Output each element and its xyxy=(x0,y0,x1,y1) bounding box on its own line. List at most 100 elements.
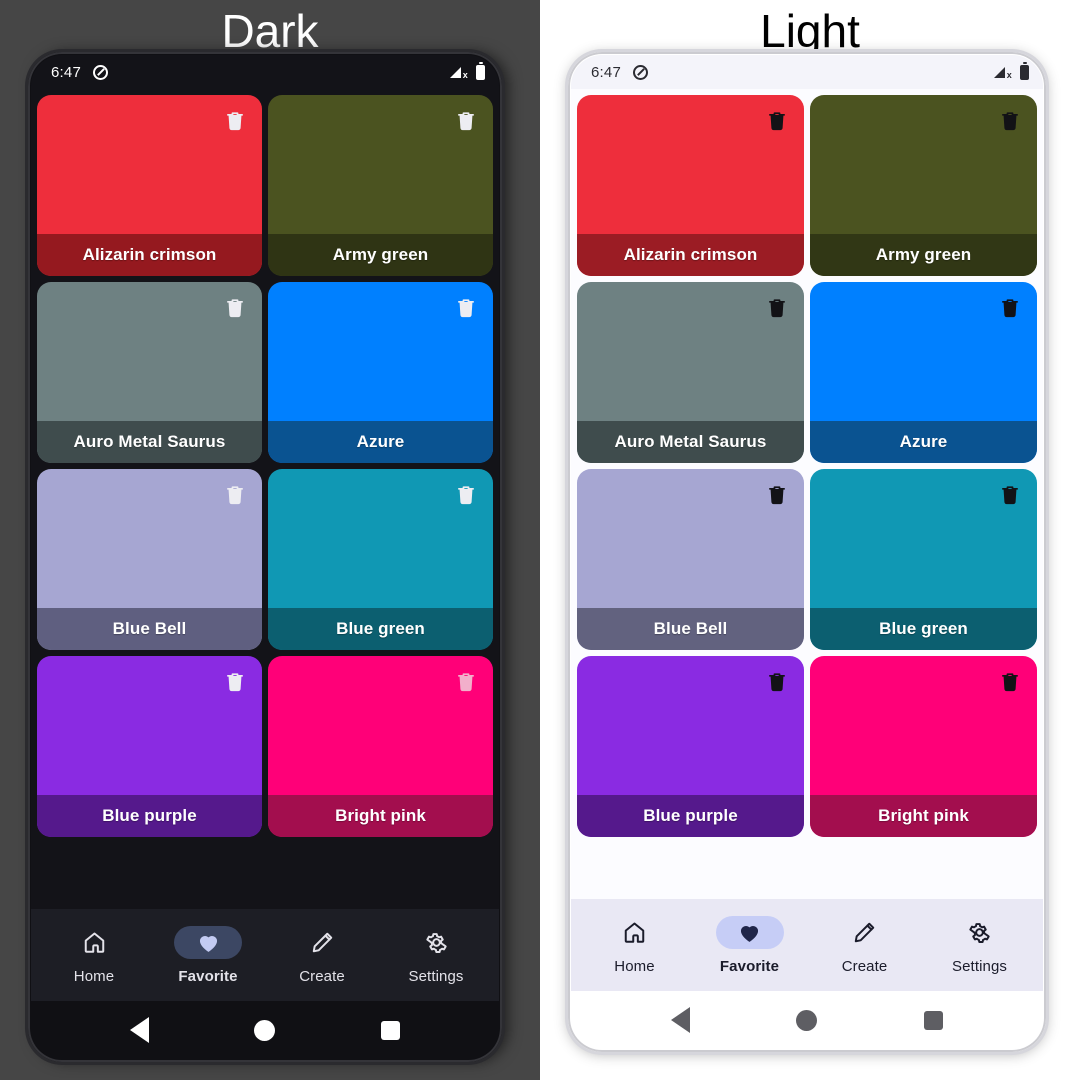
trash-icon[interactable] xyxy=(766,483,788,507)
color-card[interactable]: Blue green xyxy=(810,469,1037,650)
system-nav-recents-button[interactable] xyxy=(366,1014,414,1046)
trash-icon[interactable] xyxy=(766,109,788,133)
color-card-label: Blue purple xyxy=(577,795,804,837)
heart-icon[interactable] xyxy=(715,915,784,949)
nav-item-home[interactable]: Home xyxy=(581,916,689,975)
phone-screen-dark: 6:47 x Alizarin crimson Army green Auro Meta… xyxy=(31,55,499,1059)
trash-icon[interactable] xyxy=(766,296,788,320)
pencil-icon[interactable] xyxy=(831,916,899,949)
bottom-navigation-bar: Home Favorite Create Settings xyxy=(571,899,1043,991)
color-card[interactable]: Blue purple xyxy=(37,656,262,837)
heart-icon[interactable] xyxy=(174,925,242,959)
color-card[interactable]: Blue purple xyxy=(577,656,804,837)
color-card-label: Alizarin crimson xyxy=(577,234,804,276)
home-icon[interactable] xyxy=(601,916,669,949)
trash-icon[interactable] xyxy=(455,296,477,320)
color-card-grid: Alizarin crimson Army green Auro Metal Sau… xyxy=(31,89,499,843)
color-card-label: Alizarin crimson xyxy=(37,234,262,276)
back-triangle-icon xyxy=(670,1007,690,1033)
panel-light: Light 6:47 x Alizarin crimson Army green Auro… xyxy=(540,0,1080,1080)
trash-icon[interactable] xyxy=(224,296,246,320)
do-not-disturb-icon xyxy=(633,64,648,80)
color-card[interactable]: Azure xyxy=(810,282,1037,463)
nav-item-settings[interactable]: Settings xyxy=(926,916,1034,975)
nav-item-favorite[interactable]: Favorite xyxy=(154,925,262,985)
trash-icon[interactable] xyxy=(455,670,477,694)
nav-item-label: Favorite xyxy=(719,957,780,975)
color-card[interactable]: Army green xyxy=(810,95,1037,276)
nav-item-home[interactable]: Home xyxy=(40,926,148,985)
nav-item-label: Home xyxy=(73,967,115,985)
signal-x-mark: x xyxy=(1006,70,1012,80)
system-nav-home-button[interactable] xyxy=(241,1014,289,1046)
nav-item-label: Home xyxy=(614,957,655,975)
home-circle-icon xyxy=(254,1019,276,1041)
color-card-label: Bright pink xyxy=(268,795,493,837)
color-card[interactable]: Azure xyxy=(268,282,493,463)
color-card-label: Blue purple xyxy=(37,795,262,837)
nav-item-create[interactable]: Create xyxy=(268,926,376,985)
gear-icon[interactable] xyxy=(402,926,470,959)
trash-icon[interactable] xyxy=(999,670,1021,694)
signal-bars xyxy=(994,67,1005,78)
pencil-icon[interactable] xyxy=(288,926,356,959)
color-card[interactable]: Auro Metal Saurus xyxy=(577,282,804,463)
system-nav-recents-button[interactable] xyxy=(910,1004,958,1036)
color-card[interactable]: Bright pink xyxy=(268,656,493,837)
android-system-nav xyxy=(31,1001,499,1059)
trash-icon[interactable] xyxy=(999,109,1021,133)
system-nav-back-button[interactable] xyxy=(656,1004,704,1036)
trash-icon[interactable] xyxy=(224,109,246,133)
signal-x-mark: x xyxy=(462,70,468,80)
trash-icon[interactable] xyxy=(766,670,788,694)
status-bar-right: x xyxy=(450,64,485,80)
home-circle-icon xyxy=(796,1009,818,1031)
nav-item-settings[interactable]: Settings xyxy=(382,926,490,985)
signal-no-service-icon: x xyxy=(450,65,468,80)
trash-icon[interactable] xyxy=(455,109,477,133)
color-card[interactable]: Blue green xyxy=(268,469,493,650)
color-card[interactable]: Army green xyxy=(268,95,493,276)
favorites-scroll-area[interactable]: Alizarin crimson Army green Auro Metal Sau… xyxy=(31,89,499,909)
recents-square-icon xyxy=(924,1010,944,1030)
color-card-label: Blue green xyxy=(810,608,1037,650)
trash-icon[interactable] xyxy=(999,483,1021,507)
color-card-label: Army green xyxy=(268,234,493,276)
color-card[interactable]: Bright pink xyxy=(810,656,1037,837)
trash-icon[interactable] xyxy=(999,296,1021,320)
system-nav-home-button[interactable] xyxy=(783,1004,831,1036)
trash-icon[interactable] xyxy=(224,670,246,694)
nav-item-label: Favorite xyxy=(178,967,238,985)
color-card-label: Army green xyxy=(810,234,1037,276)
nav-item-label: Create xyxy=(841,957,888,975)
status-bar-clock: 6:47 xyxy=(51,63,81,81)
color-card[interactable]: Alizarin crimson xyxy=(37,95,262,276)
color-card[interactable]: Alizarin crimson xyxy=(577,95,804,276)
status-bar-left: 6:47 xyxy=(51,64,108,81)
trash-icon[interactable] xyxy=(224,483,246,507)
trash-icon[interactable] xyxy=(455,483,477,507)
color-card-label: Bright pink xyxy=(810,795,1037,837)
status-bar-left: 6:47 xyxy=(591,64,648,81)
status-bar-right: x xyxy=(994,64,1029,80)
phone-frame-light: 6:47 x Alizarin crimson Army green Auro Meta… xyxy=(568,52,1046,1052)
back-triangle-icon xyxy=(130,1017,150,1043)
gear-icon[interactable] xyxy=(946,916,1014,949)
recents-square-icon xyxy=(380,1020,400,1040)
color-card-label: Blue Bell xyxy=(577,608,804,650)
nav-item-favorite[interactable]: Favorite xyxy=(696,915,804,975)
favorites-scroll-area[interactable]: Alizarin crimson Army green Auro Metal Sau… xyxy=(571,89,1043,899)
color-card[interactable]: Auro Metal Saurus xyxy=(37,282,262,463)
color-card-label: Azure xyxy=(268,421,493,463)
color-card-label: Azure xyxy=(810,421,1037,463)
nav-item-create[interactable]: Create xyxy=(811,916,919,975)
do-not-disturb-icon xyxy=(93,64,108,80)
color-card[interactable]: Blue Bell xyxy=(37,469,262,650)
phone-screen-light: 6:47 x Alizarin crimson Army green Auro Meta… xyxy=(571,55,1043,1049)
nav-item-label: Create xyxy=(299,967,345,985)
color-card[interactable]: Blue Bell xyxy=(577,469,804,650)
home-icon[interactable] xyxy=(60,926,128,959)
system-nav-back-button[interactable] xyxy=(116,1014,164,1046)
battery-full-icon xyxy=(476,64,485,80)
phone-frame-dark: 6:47 x Alizarin crimson Army green Auro Meta… xyxy=(28,52,502,1062)
